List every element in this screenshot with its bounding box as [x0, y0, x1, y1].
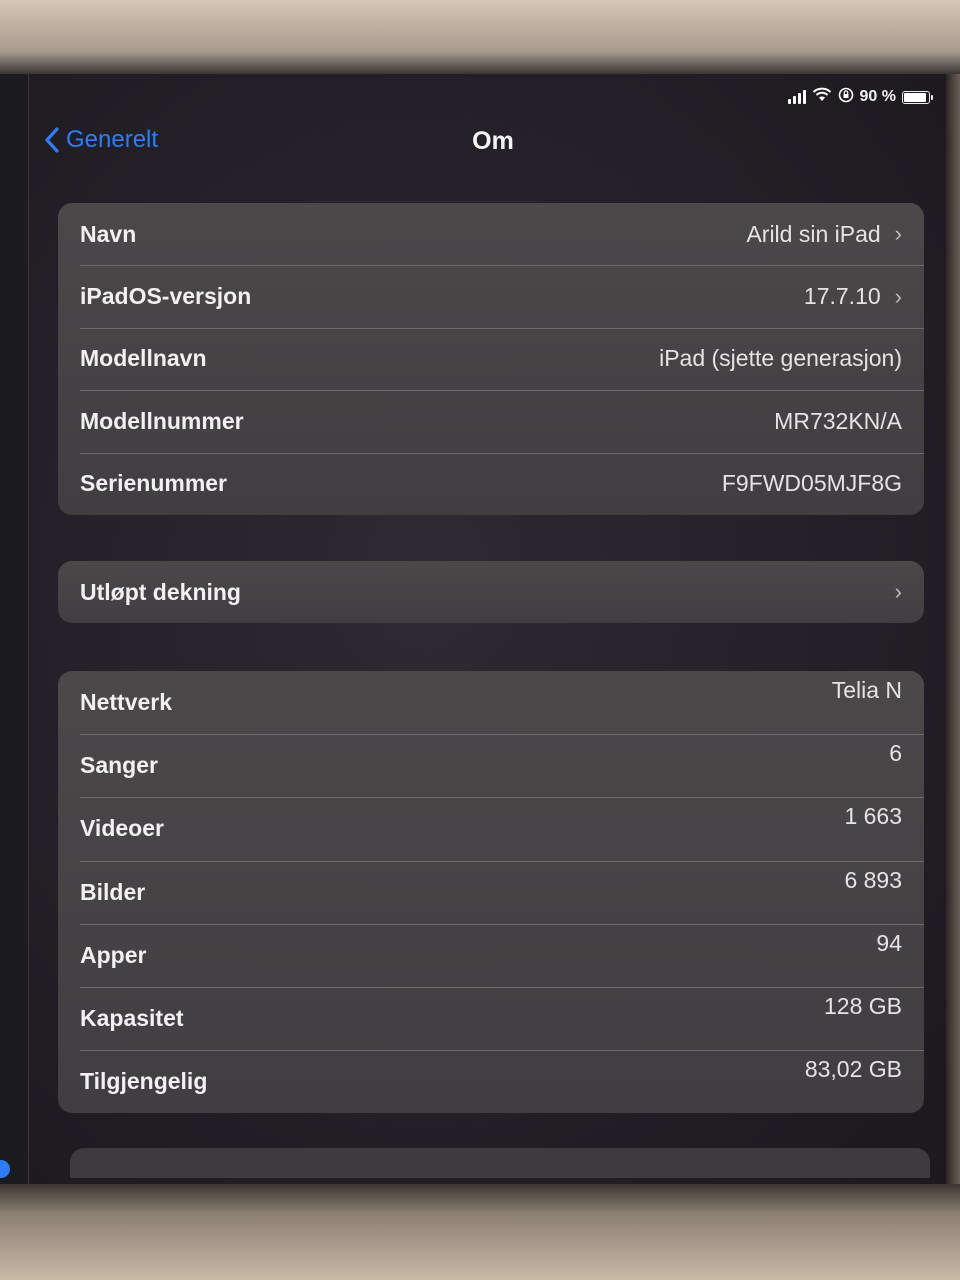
device-info-group: Navn Arild sin iPad › iPadOS-versjon 17.7…: [58, 203, 924, 515]
chevron-right-icon: ›: [894, 221, 902, 247]
row-value: Telia N: [831, 677, 902, 704]
row-photos[interactable]: Bilder 6 893: [58, 860, 924, 924]
row-ipados-version[interactable]: iPadOS-versjon 17.7.10 ›: [58, 265, 924, 327]
row-value: 83,02 GB: [804, 1056, 902, 1083]
battery-icon: [902, 90, 933, 104]
battery-percentage: 90 %: [859, 88, 896, 105]
chevron-right-icon: ›: [894, 579, 902, 605]
coverage-group: Utløpt dekning ›: [58, 561, 924, 624]
statistics-group: Nettverk Telia N Sanger 6 Videoer 1 663 …: [58, 671, 924, 1114]
row-apps[interactable]: Apper 94: [58, 923, 924, 987]
row-label: Navn: [80, 220, 137, 247]
device-bezel-top: [0, 0, 960, 74]
row-label: Apper: [80, 941, 147, 968]
row-value: 17.7.10: [803, 283, 881, 310]
orientation-lock-icon: [838, 87, 854, 108]
row-value: 128 GB: [824, 993, 902, 1020]
status-bar: 90 %: [787, 84, 933, 110]
wifi-icon: [812, 87, 832, 107]
device-bezel-bottom: [0, 1184, 960, 1280]
row-label: Videoer: [80, 815, 164, 842]
row-value: iPad (sjette generasjon): [659, 345, 902, 372]
row-model-name[interactable]: Modellnavn iPad (sjette generasjon): [58, 327, 924, 390]
row-label: Modellnavn: [80, 345, 207, 372]
row-label: Tilgjengelig: [80, 1068, 208, 1095]
row-serial-number[interactable]: Serienummer F9FWD05MJF8G: [58, 452, 924, 515]
row-value: 94: [876, 929, 902, 956]
row-videos[interactable]: Videoer 1 663: [58, 797, 924, 860]
next-group-partial: [70, 1148, 930, 1178]
row-label: Kapasitet: [80, 1005, 184, 1032]
row-available[interactable]: Tilgjengelig 83,02 GB: [58, 1050, 924, 1113]
row-label: iPadOS-versjon: [80, 283, 252, 310]
row-expired-coverage[interactable]: Utløpt dekning ›: [58, 561, 924, 623]
row-value: Arild sin iPad: [746, 220, 881, 247]
battery-level-fill: [904, 92, 926, 102]
row-label: Modellnummer: [80, 407, 244, 434]
row-label: Nettverk: [80, 689, 173, 716]
row-value: 6 893: [844, 866, 902, 893]
page-title: Om: [472, 127, 514, 155]
row-songs[interactable]: Sanger 6: [58, 734, 924, 797]
row-model-number[interactable]: Modellnummer MR732KN/A: [58, 390, 924, 452]
row-value: 6: [889, 740, 902, 767]
device-bezel-right: [946, 74, 960, 1184]
row-value: F9FWD05MJF8G: [721, 470, 902, 497]
row-label: Utløpt dekning: [80, 578, 241, 605]
row-label: Bilder: [80, 878, 146, 905]
chevron-right-icon: ›: [894, 283, 902, 309]
row-value: MR732KN/A: [774, 407, 902, 434]
row-label: Serienummer: [80, 470, 228, 497]
row-name[interactable]: Navn Arild sin iPad ›: [58, 203, 924, 265]
row-label: Sanger: [80, 752, 158, 779]
settings-sidebar-edge: [0, 74, 29, 1184]
signal-icon: [787, 90, 806, 104]
settings-screen: 90 % Generelt Om Navn Arild sin iPad › iP…: [0, 74, 946, 1184]
row-capacity[interactable]: Kapasitet 128 GB: [58, 986, 924, 1050]
row-value: 1 663: [844, 803, 902, 830]
row-network[interactable]: Nettverk Telia N: [58, 671, 924, 734]
